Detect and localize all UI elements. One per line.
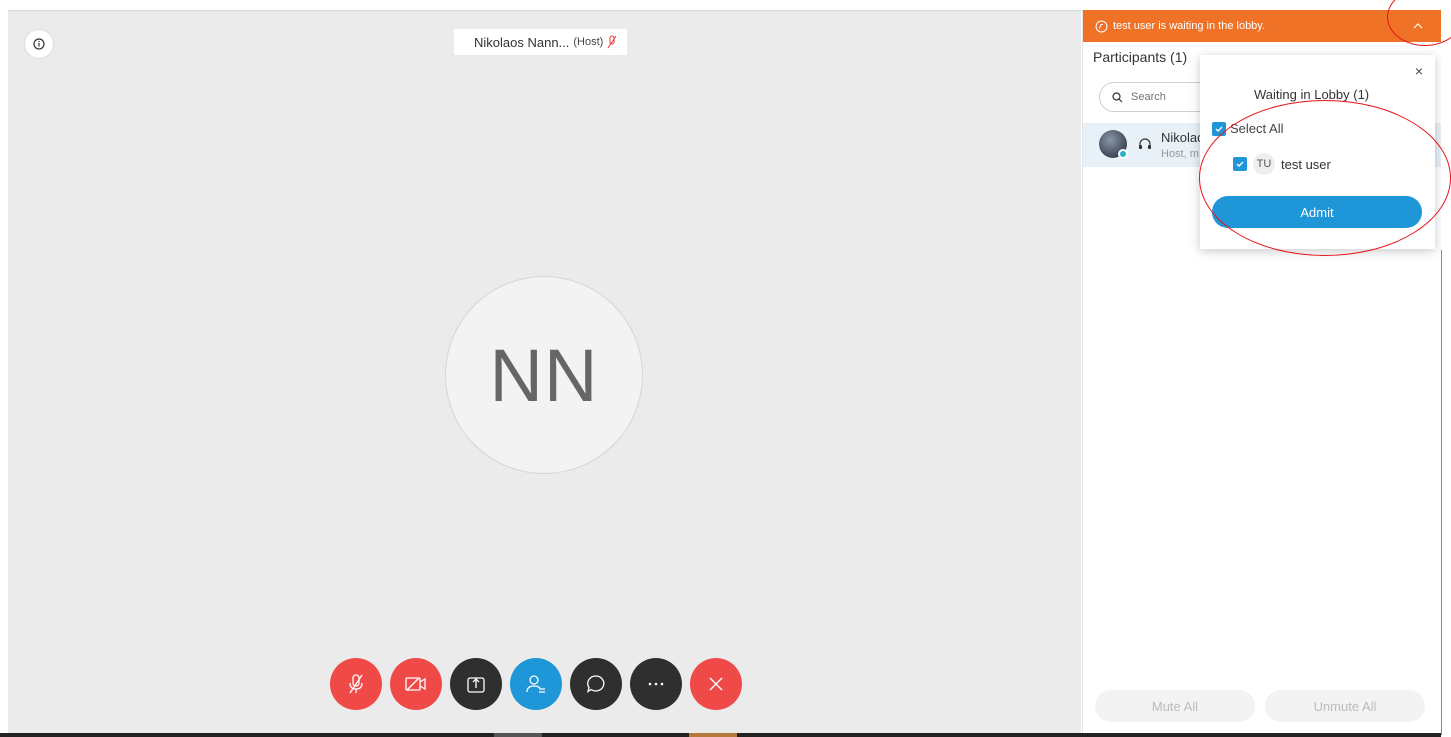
check-icon (1236, 161, 1244, 167)
speaker-name: Nikolaos Nann... (474, 34, 570, 50)
participant-avatar: NN (445, 276, 643, 474)
info-icon (33, 38, 45, 50)
close-icon (709, 677, 723, 691)
avatar (1099, 130, 1128, 159)
select-all-checkbox[interactable] (1212, 121, 1226, 136)
participants-button[interactable] (510, 658, 562, 710)
taskbar-segment (494, 733, 542, 737)
meeting-controls (330, 658, 742, 710)
unmute-all-button[interactable]: Unmute All (1265, 690, 1425, 722)
more-button[interactable] (630, 658, 682, 710)
speaker-name-tag: Nikolaos Nann... (Host) (454, 29, 628, 55)
taskbar-segment (689, 733, 737, 737)
video-off-icon (405, 677, 426, 691)
lobby-user-name: test user (1281, 156, 1331, 172)
headset-icon (1139, 138, 1151, 149)
search-input[interactable] (1131, 91, 1201, 103)
share-button[interactable] (450, 658, 502, 710)
window-border (1441, 250, 1442, 735)
close-icon[interactable]: × (1415, 63, 1423, 79)
chat-button[interactable] (570, 658, 622, 710)
mic-off-icon (607, 35, 617, 49)
chat-icon (586, 675, 605, 693)
lobby-banner-text: test user is waiting in the lobby. (1113, 20, 1266, 32)
participant-role: Host, m (1161, 148, 1199, 160)
user-avatar: TU (1253, 153, 1275, 175)
participant-name: Nikolac (1161, 130, 1204, 145)
select-all-label: Select All (1230, 121, 1284, 136)
window-edge (1441, 0, 1451, 737)
lobby-title: Waiting in Lobby (1) (1254, 87, 1370, 102)
leave-button[interactable] (690, 658, 742, 710)
meeting-window: Nikolaos Nann... (Host) NN test user is … (0, 0, 1451, 737)
status-dot (1118, 149, 1128, 159)
select-all-row[interactable]: Select All (1212, 121, 1283, 136)
lobby-user-row[interactable]: TU test user (1233, 153, 1331, 175)
mute-button[interactable] (330, 658, 382, 710)
panel-title: Participants (1) (1093, 49, 1188, 65)
share-icon (467, 677, 485, 693)
mute-all-button[interactable]: Mute All (1095, 690, 1255, 722)
user-checkbox[interactable] (1233, 157, 1247, 171)
chevron-up-icon[interactable] (1410, 18, 1426, 34)
video-button[interactable] (390, 658, 442, 710)
host-label: (Host) (573, 36, 604, 48)
lobby-icon (1095, 20, 1108, 32)
participants-icon (526, 675, 545, 693)
taskbar-strip (0, 733, 1451, 737)
lobby-popup: × Waiting in Lobby (1) Select All TU tes… (1200, 55, 1435, 249)
more-icon (648, 682, 664, 686)
mic-off-icon (349, 674, 363, 694)
check-icon (1215, 126, 1223, 132)
search-icon (1112, 91, 1123, 102)
lobby-notification-banner[interactable]: test user is waiting in the lobby. (1083, 10, 1442, 42)
info-button[interactable] (24, 29, 54, 59)
admit-button[interactable]: Admit (1212, 196, 1422, 228)
video-area: Nikolaos Nann... (Host) NN (8, 10, 1081, 733)
